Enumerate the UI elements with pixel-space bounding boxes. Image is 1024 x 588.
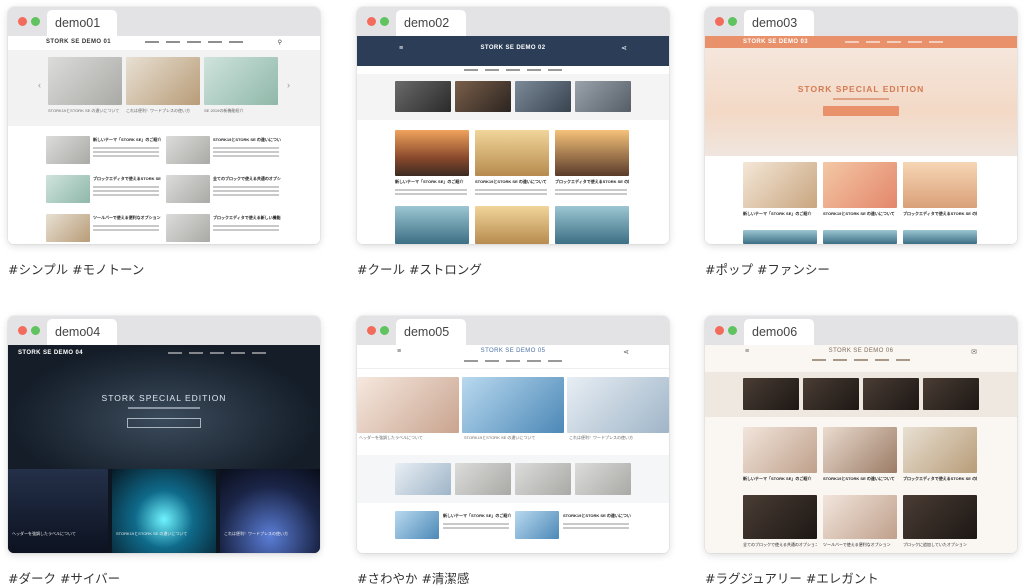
browser-tab[interactable]: demo03 <box>744 10 814 36</box>
post-title: 新しいテーマ「STORK SE」のご紹介 <box>743 211 812 216</box>
maximize-dot-icon <box>728 17 737 26</box>
post-title: 新しいテーマ「STORK SE」のご紹介 <box>93 137 161 142</box>
site-nav <box>705 359 1017 361</box>
site-preview: STORK SE DEMO 01 ⚲ ‹ › STORK19とSTORK SE … <box>8 36 320 244</box>
site-nav <box>845 41 943 43</box>
post-title: STORK19とSTORK SE の違いについて <box>563 513 631 518</box>
share-icon: ⋖ <box>621 45 627 52</box>
post-title: STORK19とSTORK SE の違いについて <box>464 435 536 440</box>
post-title: ツールバーで使える便利なオプション <box>93 215 161 220</box>
slide-title: STORK19とSTORK SE の違いについて <box>48 108 120 113</box>
post-title: ブロックに追加していたオプション <box>903 542 967 547</box>
close-dot-icon <box>715 326 724 335</box>
site-logo: STORK SE DEMO 04 <box>18 350 83 356</box>
slide-title: SE 2019の新機能紹介 <box>204 108 244 113</box>
post-title: STORK19とSTORK SE の違いについて <box>213 137 281 142</box>
card-tags[interactable]: #ラグジュアリー #エレガント <box>705 568 879 587</box>
browser-chrome: demo06 <box>705 316 1017 345</box>
post-title: ヘッダーを強調したラベルについて <box>359 435 423 440</box>
post-title: STORK19とSTORK SE の違いについて <box>823 476 895 481</box>
maximize-dot-icon <box>380 326 389 335</box>
post-title: STORK19とSTORK SE の違いについて <box>116 531 188 536</box>
mail-icon: ✉ <box>971 349 977 356</box>
chevron-right-icon: › <box>287 80 290 90</box>
browser-tab[interactable]: demo04 <box>47 319 117 345</box>
browser-chrome: demo02 <box>357 7 669 36</box>
site-nav <box>357 360 669 362</box>
site-preview: STORK SE DEMO 04 STORK SPECIAL EDITION ヘ… <box>8 345 320 553</box>
browser-chrome: demo03 <box>705 7 1017 36</box>
maximize-dot-icon <box>31 17 40 26</box>
hero-button[interactable] <box>823 106 899 116</box>
browser-window[interactable]: demo06 ≡ STORK SE DEMO 06 ✉ 新しいテーマ「STORK… <box>705 316 1017 553</box>
browser-window[interactable]: demo04 STORK SE DEMO 04 STORK SPECIAL ED… <box>8 316 320 553</box>
search-icon: ⚲ <box>277 39 282 46</box>
site-preview: ≡ STORK SE DEMO 05 ⋖ ヘッダーを強調したラベルについて ST… <box>357 345 669 553</box>
post-title: ブロックエディタで使えるSTORK SE の機能 <box>555 179 629 184</box>
browser-window[interactable]: demo01 STORK SE DEMO 01 ⚲ ‹ › STORK19とST… <box>8 7 320 244</box>
maximize-dot-icon <box>31 326 40 335</box>
browser-tab[interactable]: demo05 <box>396 319 466 345</box>
post-title: ブロックエディタで使えるSTORK SE の機能 <box>93 176 161 181</box>
browser-chrome: demo05 <box>357 316 669 345</box>
site-preview: ≡ STORK SE DEMO 02 ⋖ 新しいテーマ「STORK SE」のご紹… <box>357 36 669 244</box>
post-title: 新しいテーマ「STORK SE」のご紹介 <box>443 513 511 518</box>
post-title: 新しいテーマ「STORK SE」のご紹介 <box>743 476 812 481</box>
card-tags[interactable]: #ポップ #ファンシー <box>705 259 830 278</box>
post-title: 全てのブロックで使える共通のオプション <box>743 542 817 547</box>
browser-window[interactable]: demo05 ≡ STORK SE DEMO 05 ⋖ ヘッダーを強調したラベル… <box>357 316 669 553</box>
browser-tab[interactable]: demo02 <box>396 10 466 36</box>
share-icon: ⋖ <box>623 349 629 356</box>
post-title: ブロックエディタで使えるSTORK SE の機能 <box>903 211 977 216</box>
site-logo: STORK SE DEMO 01 <box>46 39 111 45</box>
site-preview: STORK SE DEMO 03 STORK SPECIAL EDITION 新… <box>705 36 1017 244</box>
slide-title: これは便利！ワードプレスの使い方 <box>126 108 190 113</box>
post-title: ヘッダーを強調したラベルについて <box>12 531 76 536</box>
browser-chrome: demo04 <box>8 316 320 345</box>
site-nav <box>145 41 244 43</box>
close-dot-icon <box>18 326 27 335</box>
hero-title: STORK SPECIAL EDITION <box>101 393 227 403</box>
site-logo: STORK SE DEMO 03 <box>743 39 808 45</box>
post-title: 新しいテーマ「STORK SE」のご紹介 <box>395 179 464 184</box>
post-title: ブロックエディタで使える新しい機能 <box>213 215 281 220</box>
browser-window[interactable]: demo02 ≡ STORK SE DEMO 02 ⋖ 新しいテーマ「STORK… <box>357 7 669 244</box>
maximize-dot-icon <box>380 17 389 26</box>
post-title: ブロックエディタで使えるSTORK SE の機能 <box>903 476 977 481</box>
card-tags[interactable]: #シンプル #モノトーン <box>8 259 144 278</box>
post-title: 全てのブロックで使える共通のオプション <box>213 176 281 181</box>
browser-tab[interactable]: demo06 <box>744 319 814 345</box>
chevron-left-icon: ‹ <box>38 80 41 90</box>
post-title: これは便利！ワードプレスの使い方 <box>569 435 633 440</box>
close-dot-icon <box>367 326 376 335</box>
site-nav <box>357 66 669 74</box>
close-dot-icon <box>367 17 376 26</box>
post-title: STORK19とSTORK SE の違いについて <box>475 179 547 184</box>
card-tags[interactable]: #さわやか #清潔感 <box>357 568 469 587</box>
browser-window[interactable]: demo03 STORK SE DEMO 03 STORK SPECIAL ED… <box>705 7 1017 244</box>
close-dot-icon <box>18 17 27 26</box>
hero-button[interactable] <box>127 418 201 428</box>
card-tags[interactable]: #ダーク #サイバー <box>8 568 120 587</box>
browser-chrome: demo01 <box>8 7 320 36</box>
browser-tab[interactable]: demo01 <box>47 10 117 36</box>
post-title: ツールバーで使える便利なオプション <box>823 542 891 547</box>
post-title: これは便利！ワードプレスの使い方 <box>224 531 288 536</box>
site-preview: ≡ STORK SE DEMO 06 ✉ 新しいテーマ「STORK SE」のご紹… <box>705 345 1017 553</box>
close-dot-icon <box>715 17 724 26</box>
hero-title: STORK SPECIAL EDITION <box>797 84 925 94</box>
post-title: STORK19とSTORK SE の違いについて <box>823 211 895 216</box>
card-tags[interactable]: #クール #ストロング <box>357 259 482 278</box>
site-nav <box>168 352 266 354</box>
maximize-dot-icon <box>728 326 737 335</box>
